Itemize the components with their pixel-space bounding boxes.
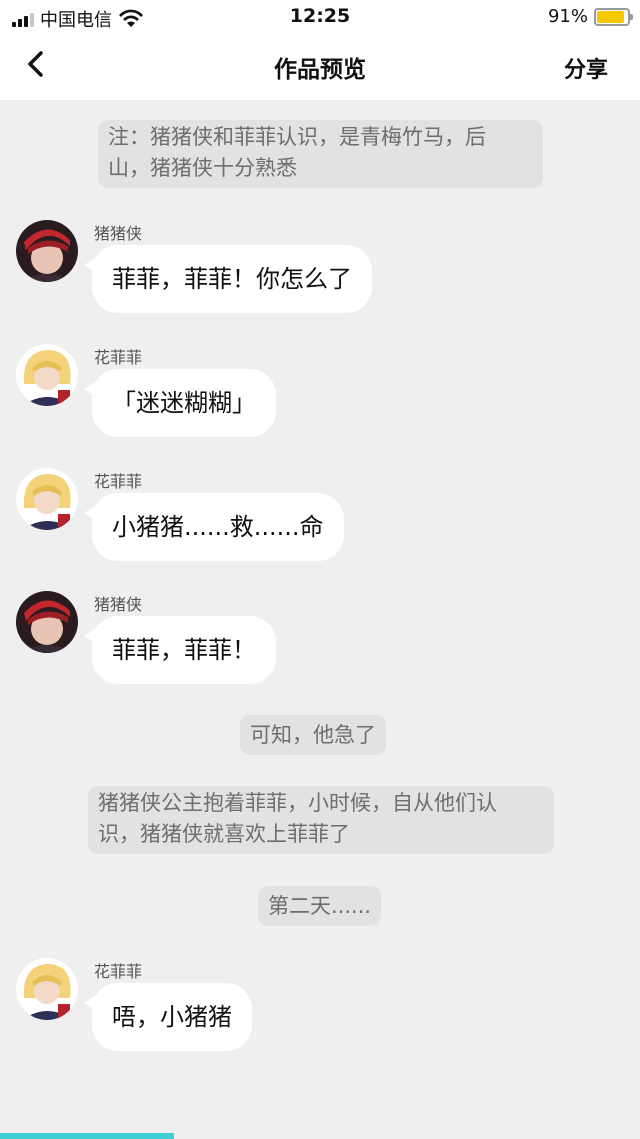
note-line: 注：猪猪侠和菲菲认识，是青梅竹马，后: [108, 125, 486, 149]
pig-hero-avatar[interactable]: [16, 220, 78, 282]
sender-name: 猪猪侠: [94, 595, 143, 614]
note-line: 识，猪猪侠就喜欢上菲菲了: [98, 822, 350, 846]
note-line: 山，猪猪侠十分熟悉: [108, 156, 297, 180]
narration-note: 注：猪猪侠和菲菲认识，是青梅竹马，后 山，猪猪侠十分熟悉: [98, 120, 543, 188]
narration-note: 猪猪侠公主抱着菲菲，小时候，自从他们认 识，猪猪侠就喜欢上菲菲了: [88, 786, 554, 854]
narration-note: 第二天......: [258, 886, 382, 926]
reading-progress-bar: [0, 1133, 174, 1139]
share-button[interactable]: 分享: [564, 52, 608, 84]
sender-name: 花菲菲: [94, 472, 143, 491]
sender-name: 猪猪侠: [94, 224, 143, 243]
clock: 12:25: [289, 5, 351, 27]
message-bubble: 菲菲，菲菲！: [84, 616, 276, 684]
message-bubble: 菲菲，菲菲！你怎么了: [84, 245, 372, 313]
nav-bar: 作品预览 分享: [0, 36, 640, 100]
feifei-avatar[interactable]: [16, 344, 78, 406]
battery-percent: 91%: [547, 6, 588, 27]
message-bubble: 「迷迷糊糊」: [84, 369, 276, 437]
message-bubble: 小猪猪......救......命: [84, 493, 344, 561]
battery-icon: [594, 7, 633, 26]
feifei-avatar[interactable]: [16, 958, 78, 1020]
pig-hero-avatar[interactable]: [16, 591, 78, 653]
page-title: 作品预览: [274, 57, 366, 83]
sender-name: 花菲菲: [94, 962, 143, 981]
note-line: 猪猪侠公主抱着菲菲，小时候，自从他们认: [98, 791, 497, 815]
feifei-avatar[interactable]: [16, 468, 78, 530]
status-right: 91%: [547, 6, 633, 27]
battery-fill: [597, 10, 625, 23]
narration-note: 可知，他急了: [240, 715, 386, 755]
status-bar: 中国电信 12:25 91%: [0, 0, 640, 36]
message-bubble: 唔，小猪猪: [84, 983, 252, 1051]
sender-name: 花菲菲: [94, 348, 143, 367]
chat-area[interactable]: 注：猪猪侠和菲菲认识，是青梅竹马，后 山，猪猪侠十分熟悉 猪猪侠 菲菲，菲菲！你…: [0, 100, 640, 1139]
